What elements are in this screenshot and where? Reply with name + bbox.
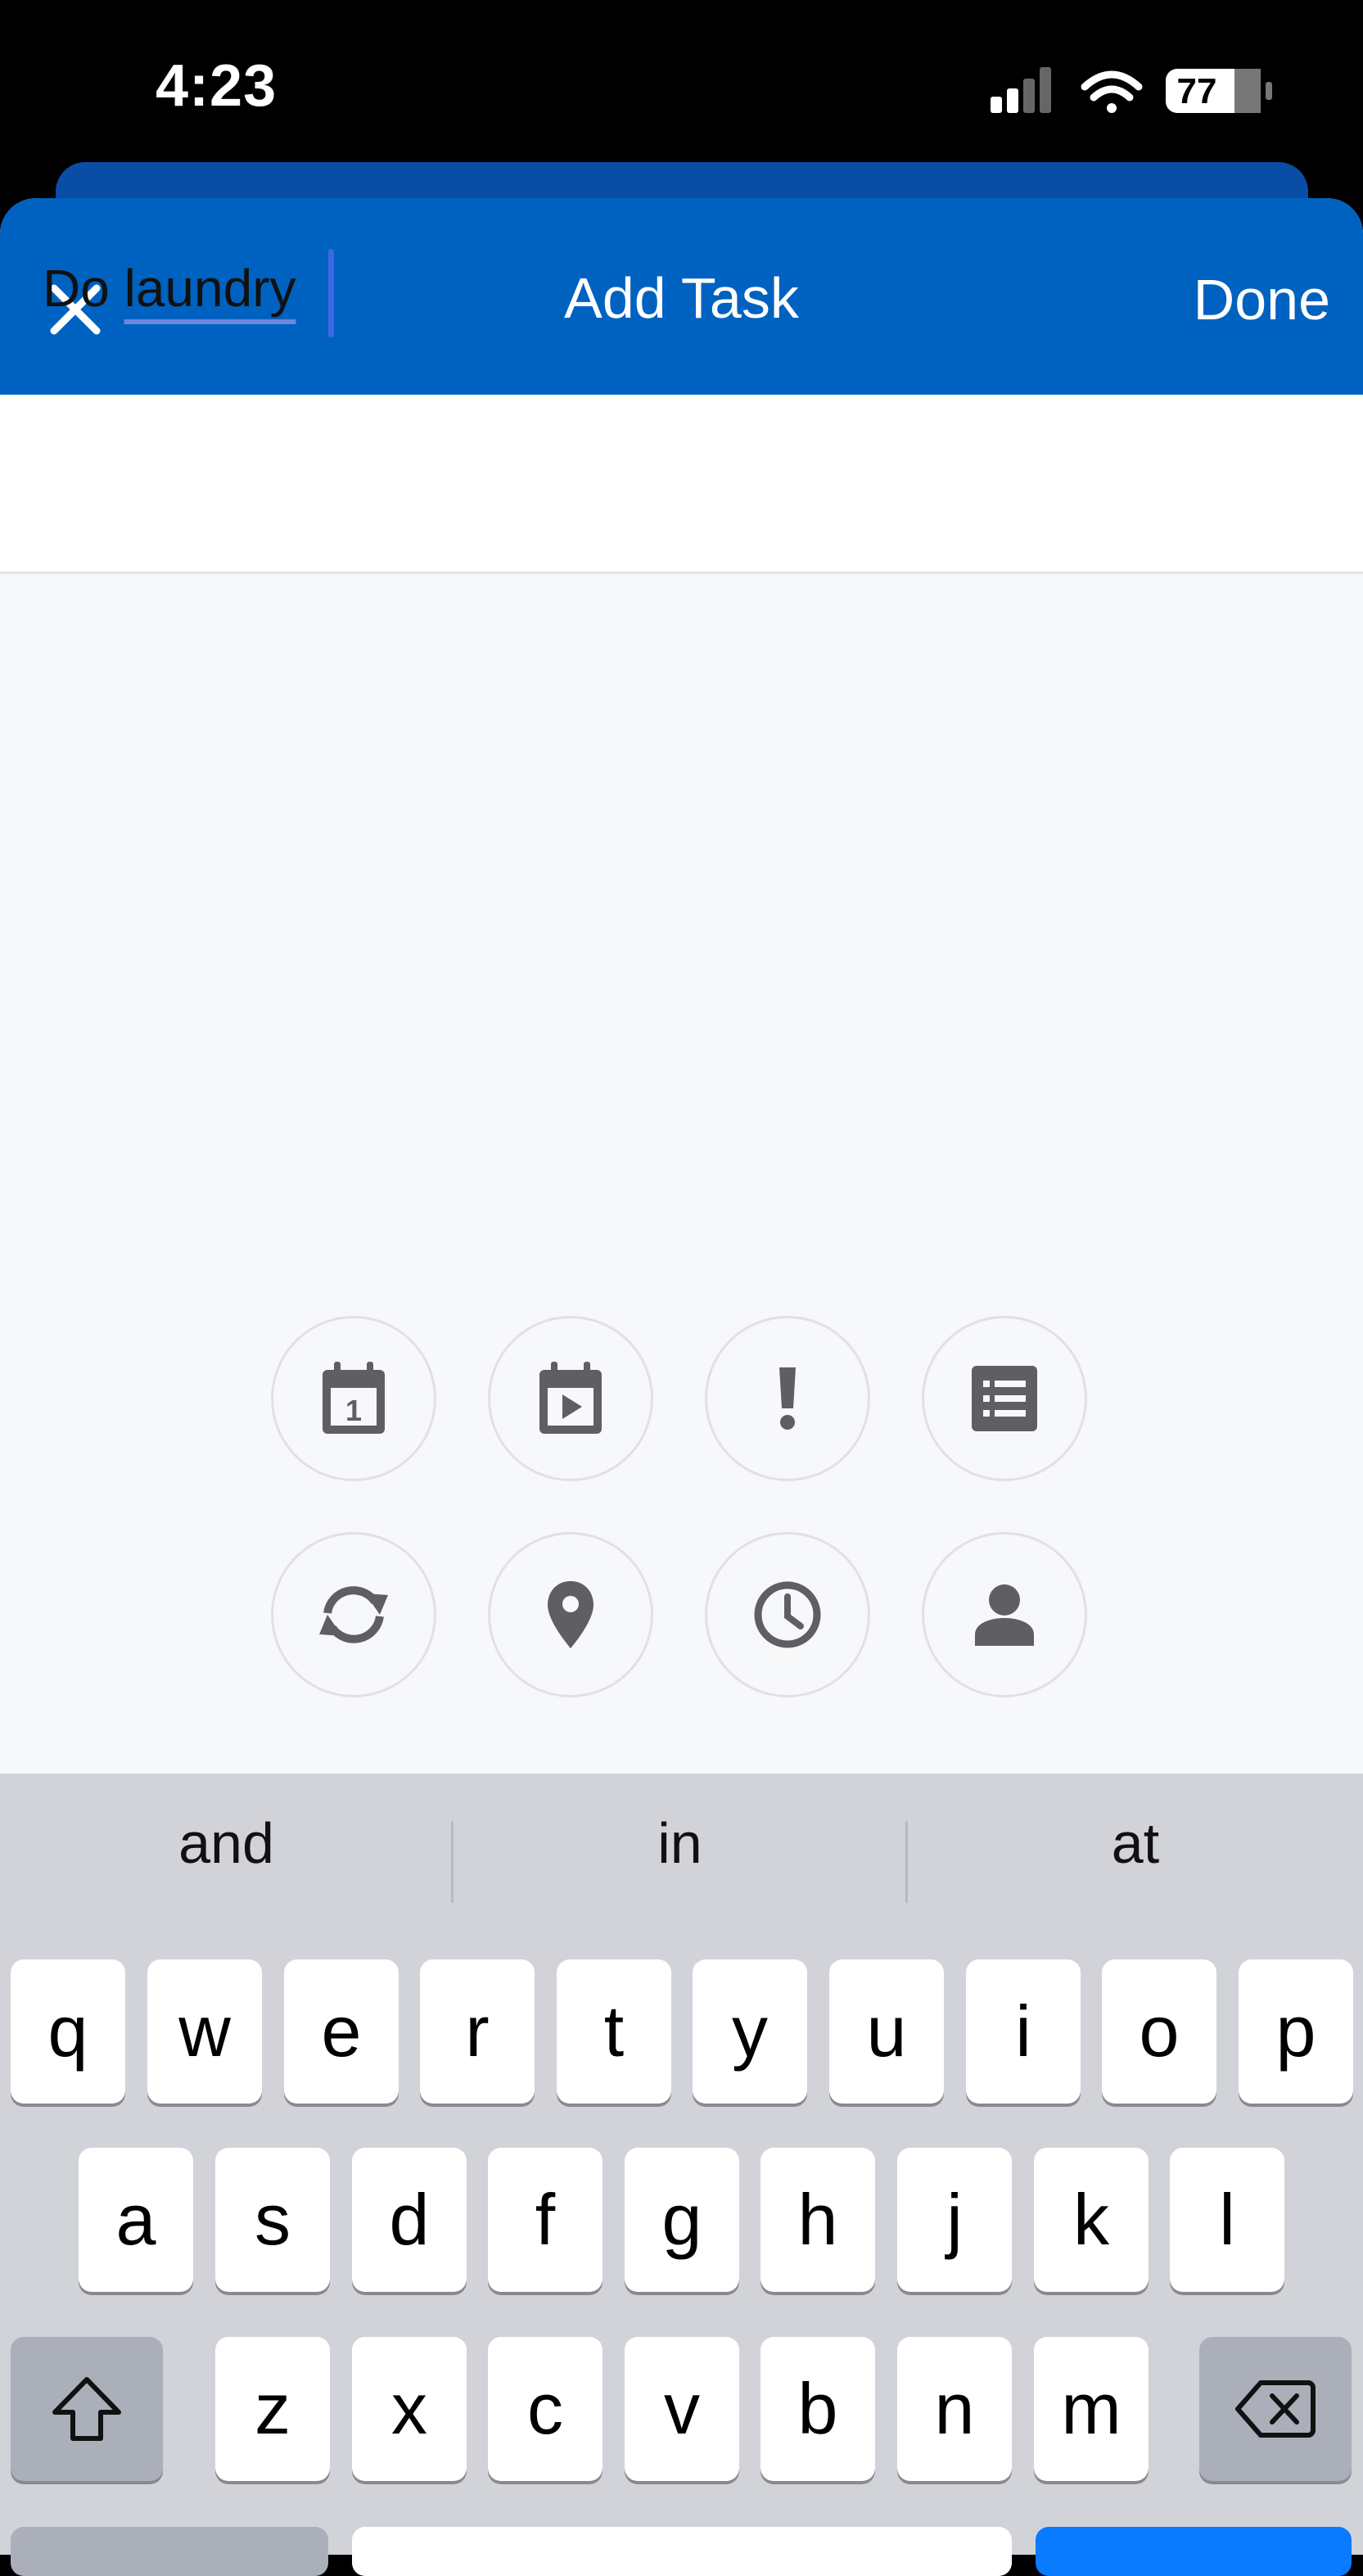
key-k[interactable]: k <box>1034 2148 1149 2292</box>
shift-key[interactable] <box>11 2337 163 2481</box>
key-i[interactable]: i <box>966 1959 1081 2104</box>
key-u[interactable]: u <box>829 1959 944 2104</box>
svg-text:77: 77 <box>1177 71 1217 111</box>
priority-button[interactable] <box>705 1316 870 1481</box>
task-input-text[interactable]: Do laundry <box>43 258 296 319</box>
backspace-key[interactable] <box>1199 2337 1352 2481</box>
suggestion-at[interactable]: at <box>908 1774 1363 1913</box>
wifi-icon <box>1081 70 1143 113</box>
key-g[interactable]: g <box>625 2148 739 2292</box>
key-w[interactable]: w <box>147 1959 262 2104</box>
key-e[interactable]: e <box>284 1959 399 2104</box>
key-r[interactable]: r <box>420 1959 535 2104</box>
key-n[interactable]: n <box>897 2337 1012 2481</box>
list-button[interactable] <box>922 1316 1087 1481</box>
repeat-button[interactable] <box>271 1532 436 1697</box>
cellular-signal-icon <box>991 67 1051 113</box>
repeat-icon <box>319 1586 388 1643</box>
suggestion-in[interactable]: in <box>454 1774 906 1913</box>
key-q[interactable]: q <box>11 1959 125 2104</box>
battery-icon: 77 <box>1166 69 1272 113</box>
suggestion-and[interactable]: and <box>0 1774 453 1913</box>
return-key[interactable] <box>1036 2527 1352 2576</box>
status-bar: 4:23 77 <box>0 0 1363 164</box>
due-date-button[interactable]: 1 <box>271 1316 436 1481</box>
task-input[interactable] <box>0 395 1363 574</box>
location-icon <box>548 1581 593 1648</box>
key-x[interactable]: x <box>352 2337 467 2481</box>
backspace-icon <box>1235 2380 1316 2438</box>
suggestion-bar: and in at <box>0 1774 1363 1913</box>
assignee-button[interactable] <box>922 1532 1087 1697</box>
reminder-button[interactable] <box>705 1532 870 1697</box>
status-time: 4:23 <box>156 53 278 119</box>
space-key[interactable] <box>352 2527 1012 2576</box>
key-j[interactable]: j <box>897 2148 1012 2292</box>
start-date-button[interactable] <box>488 1316 653 1481</box>
status-icons: 77 <box>991 64 1285 116</box>
numbers-key[interactable] <box>11 2527 328 2576</box>
text-caret <box>328 249 334 337</box>
key-c[interactable]: c <box>488 2337 603 2481</box>
key-l[interactable]: l <box>1170 2148 1284 2292</box>
autocorrect-word: laundry <box>124 259 296 318</box>
svg-text:1: 1 <box>345 1394 362 1427</box>
key-o[interactable]: o <box>1102 1959 1216 2104</box>
done-button[interactable]: Done <box>1194 267 1330 332</box>
key-p[interactable]: p <box>1239 1959 1353 2104</box>
list-icon <box>972 1366 1037 1431</box>
key-b[interactable]: b <box>760 2337 875 2481</box>
key-y[interactable]: y <box>693 1959 807 2104</box>
due-date-icon: 1 <box>323 1362 385 1434</box>
key-z[interactable]: z <box>215 2337 330 2481</box>
key-s[interactable]: s <box>215 2148 330 2292</box>
key-h[interactable]: h <box>760 2148 875 2292</box>
shift-icon <box>52 2377 121 2441</box>
start-date-icon <box>539 1362 602 1434</box>
key-v[interactable]: v <box>625 2337 739 2481</box>
key-t[interactable]: t <box>557 1959 671 2104</box>
priority-icon <box>779 1367 796 1430</box>
key-d[interactable]: d <box>352 2148 467 2292</box>
key-m[interactable]: m <box>1034 2337 1149 2481</box>
key-f[interactable]: f <box>488 2148 603 2292</box>
assignee-icon <box>975 1584 1034 1646</box>
location-button[interactable] <box>488 1532 653 1697</box>
key-a[interactable]: a <box>79 2148 193 2292</box>
reminder-icon <box>754 1581 821 1648</box>
keyboard: and in at q w e r t y u i o p a s d f g … <box>0 1774 1363 2576</box>
